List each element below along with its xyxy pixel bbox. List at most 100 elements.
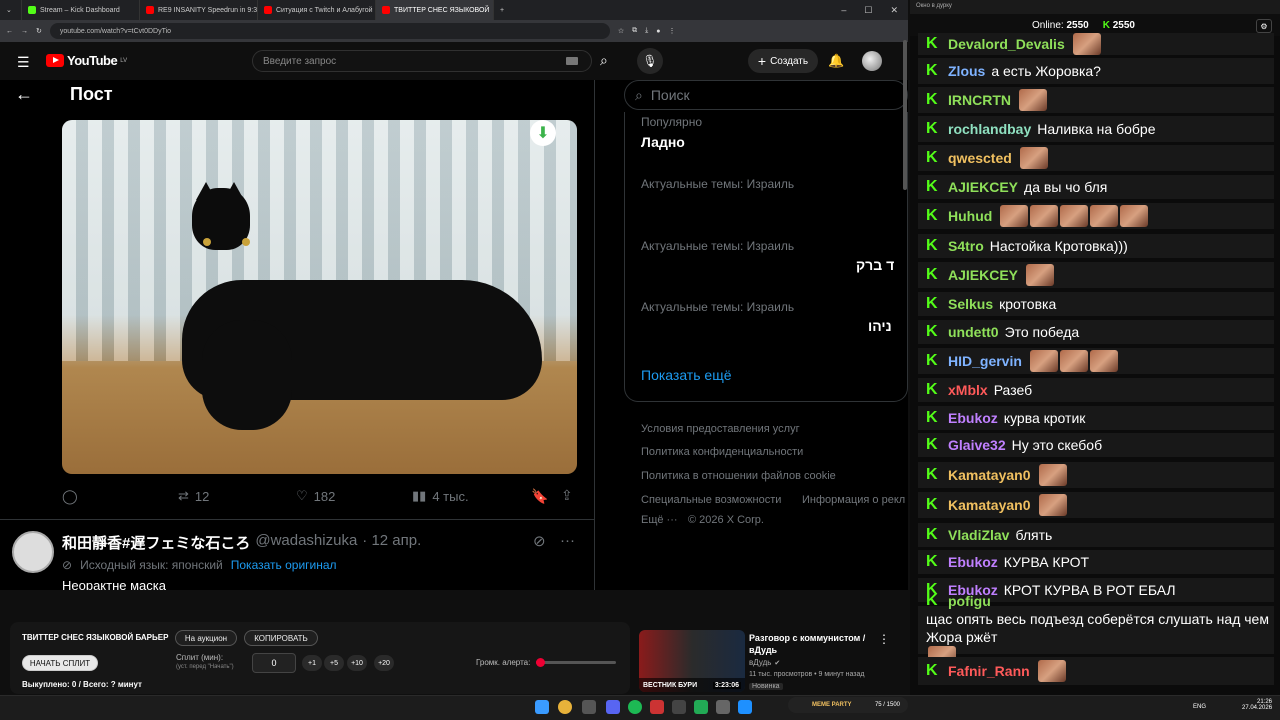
windows-start-icon[interactable]: [535, 700, 549, 714]
footer-link-more[interactable]: Ещё ···: [641, 514, 678, 526]
avatar[interactable]: [862, 51, 882, 71]
meme-party-widget[interactable]: MEME PARTY 75 / 1500: [788, 697, 908, 713]
chat-message[interactable]: K HID_gervin: [918, 348, 1274, 374]
chat-message[interactable]: K Ebukoz КУРВА КРОТ: [918, 550, 1274, 574]
back-icon[interactable]: ←: [6, 28, 13, 35]
chat-message[interactable]: Kqwescted: [918, 145, 1274, 171]
close-icon[interactable]: ✕: [890, 5, 898, 16]
voice-search-icon[interactable]: 🎙: [637, 48, 663, 74]
notifications-bell-icon[interactable]: 🔔: [828, 53, 844, 69]
chat-message[interactable]: K S4tro Настойка Кротовка))): [918, 234, 1274, 258]
new-tab-button[interactable]: +: [494, 0, 512, 20]
trend-item[interactable]: Актуальные темы: Израиль: [641, 300, 794, 314]
chat-message[interactable]: K Selkus кротовка: [918, 292, 1274, 316]
chat-username[interactable]: Selkus: [948, 296, 993, 312]
chrome-icon[interactable]: [558, 700, 572, 714]
chat-message[interactable]: K AJIEKCEY: [918, 262, 1274, 288]
x-search-input[interactable]: ⌕ Поиск: [624, 80, 908, 110]
chat-username[interactable]: Zlous: [948, 63, 985, 79]
next-post-handle[interactable]: @wadashizuka: [255, 532, 357, 553]
tab-twitch-situation[interactable]: Ситуация с Twitch и Алабугой: [258, 0, 376, 20]
tab-menu-button[interactable]: ⌄: [0, 0, 22, 20]
volume-slider[interactable]: [536, 658, 616, 667]
chat-settings-icon[interactable]: ⚙: [1256, 19, 1272, 33]
chat-username[interactable]: xMblx: [948, 382, 988, 398]
chat-username[interactable]: rochlandbay: [948, 121, 1031, 137]
url-field[interactable]: youtube.com/watch?v=tCvt0DDyTio: [49, 23, 610, 39]
menu-dots-icon[interactable]: ⋮: [669, 27, 676, 35]
chat-username[interactable]: HID_gervin: [948, 353, 1022, 369]
profile-icon[interactable]: ●: [656, 28, 660, 35]
forward-icon[interactable]: →: [21, 28, 28, 35]
chat-username[interactable]: Glaive32: [948, 437, 1006, 453]
chat-message[interactable]: K Kamatayan0: [918, 492, 1274, 518]
increment-1-button[interactable]: +1: [302, 655, 322, 671]
post-image-cat[interactable]: ⬇: [62, 120, 577, 474]
reply-icon[interactable]: ◯: [62, 488, 78, 505]
increment-5-button[interactable]: +5: [324, 655, 344, 671]
chat-username[interactable]: IRNCRTN: [948, 92, 1011, 108]
bookmark-icon[interactable]: 🔖: [531, 488, 548, 505]
chat-username[interactable]: AJIEKCEY: [948, 179, 1018, 195]
extensions-icon[interactable]: ⧉: [632, 27, 637, 35]
show-more-link[interactable]: Показать ещё: [641, 367, 732, 383]
chat-message[interactable]: K Huhud: [918, 203, 1274, 229]
chat-message[interactable]: Krochlandbay Наливка на бобре: [918, 116, 1274, 142]
chat-message[interactable]: K Ebukoz курва кротик: [918, 406, 1274, 430]
tab-twitter-video[interactable]: ТВИТТЕР СНЕС ЯЗЫКОВОЙ: [376, 0, 494, 20]
chat-username[interactable]: AJIEKCEY: [948, 267, 1018, 283]
retweet-button[interactable]: ⇄ 12: [178, 488, 209, 504]
footer-link-terms[interactable]: Условия предоставления услуг: [641, 423, 800, 435]
share-icon[interactable]: ⇪: [561, 487, 573, 504]
app-icon[interactable]: [694, 700, 708, 714]
increment-10-button[interactable]: +10: [347, 655, 367, 671]
start-split-button[interactable]: НАЧАТЬ СПЛИТ: [22, 655, 98, 671]
volume-knob[interactable]: [536, 658, 545, 667]
back-arrow-icon[interactable]: ←: [15, 84, 33, 105]
chat-message[interactable]: K Fafnir_Rann: [918, 657, 1274, 685]
search-icon[interactable]: [582, 700, 596, 714]
recommended-title[interactable]: Разговор с коммунистом / вДудь: [749, 632, 867, 656]
keyboard-icon[interactable]: [566, 57, 578, 65]
like-button[interactable]: ♡ 182: [296, 488, 335, 504]
trend-item[interactable]: Актуальные темы: Израиль: [641, 177, 794, 191]
chat-username[interactable]: Kamatayan0: [948, 497, 1031, 513]
clock[interactable]: 21:26 27.04.2026: [1242, 699, 1272, 711]
chat-message[interactable]: KxMblx Разеб: [918, 378, 1274, 402]
download-icon[interactable]: ⤓: [645, 27, 648, 35]
more-options-icon[interactable]: ⋮: [878, 632, 890, 646]
bookmark-star-icon[interactable]: ☆: [618, 27, 624, 35]
chat-username[interactable]: Devalord_Devalis: [948, 36, 1065, 52]
create-button[interactable]: + Создать: [748, 49, 818, 73]
trend-item[interactable]: Актуальные темы: Израиль: [641, 239, 794, 253]
split-minutes-input[interactable]: 0: [252, 653, 296, 673]
app-icon[interactable]: [716, 700, 730, 714]
copy-button[interactable]: КОПИРОВАТЬ: [244, 630, 318, 646]
recommended-thumbnail[interactable]: ВЕСТНИК БУРИ 3:23:06: [639, 630, 745, 692]
next-post-avatar[interactable]: [12, 531, 54, 573]
hamburger-menu-icon[interactable]: ☰: [17, 54, 30, 71]
download-arrow-icon[interactable]: ⬇: [530, 120, 556, 146]
chat-username[interactable]: Ebukoz: [948, 554, 998, 570]
chat-message[interactable]: K VladiZlav блять: [918, 523, 1274, 547]
scrollbar[interactable]: [903, 40, 907, 190]
chat-message[interactable]: Kundett0 Это победа: [918, 320, 1274, 344]
trend-item[interactable]: Ладно: [641, 134, 685, 150]
app-icon[interactable]: [672, 700, 686, 714]
chat-message[interactable]: K AJIEKCEY да вы чо бля: [918, 175, 1274, 199]
discord-icon[interactable]: [606, 700, 620, 714]
reload-icon[interactable]: ↻: [36, 27, 42, 35]
spotify-icon[interactable]: [628, 700, 642, 714]
chat-username[interactable]: Kamatayan0: [948, 467, 1031, 483]
chat-message[interactable]: K Kamatayan0: [918, 462, 1274, 488]
chat-username[interactable]: qwescted: [948, 150, 1012, 166]
chat-username[interactable]: undett0: [948, 324, 999, 340]
chat-username[interactable]: pofigu: [948, 592, 991, 610]
obs-icon[interactable]: [650, 700, 664, 714]
chat-message[interactable]: K IRNCRTN: [918, 87, 1274, 113]
chat-message[interactable]: K Glaive32 Ну это скебоб: [918, 433, 1274, 457]
chat-username[interactable]: Huhud: [948, 208, 992, 224]
grok-icon[interactable]: ⊘: [533, 532, 546, 550]
recommended-channel[interactable]: вДудь ✔: [749, 658, 780, 667]
chat-username[interactable]: Ebukoz: [948, 410, 998, 426]
